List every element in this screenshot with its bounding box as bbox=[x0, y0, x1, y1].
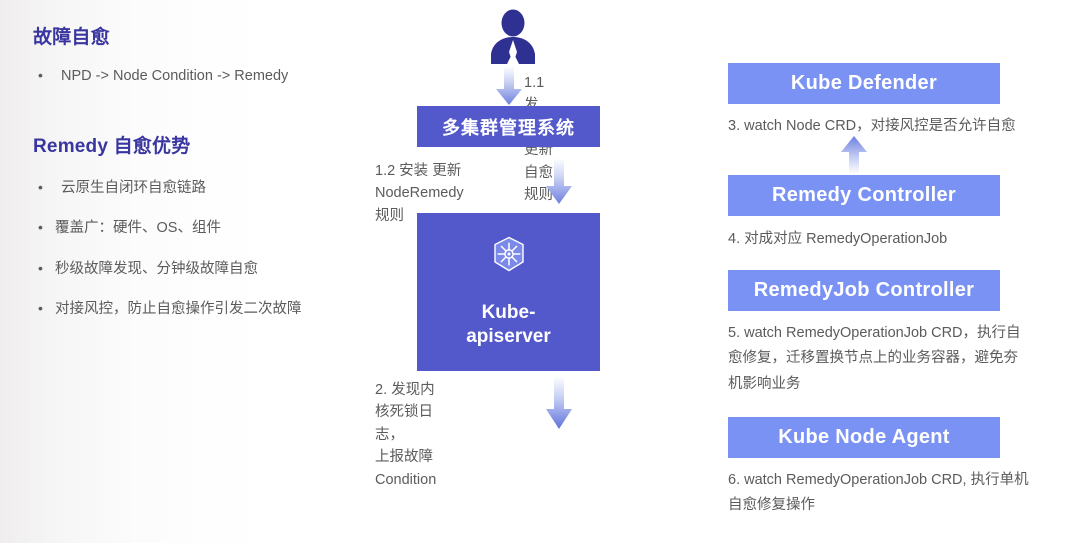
box-kube-apiserver[interactable]: Kube- apiserver bbox=[417, 213, 600, 371]
flow-note-2: 2. 发现内核死锁日志， 上报故障 Condition bbox=[375, 382, 437, 488]
left-panel: 故障自愈 NPD -> Node Condition -> Remedy Rem… bbox=[33, 22, 393, 320]
panel-heading-remedy-advantages: Remedy 自愈优势 bbox=[33, 135, 191, 157]
kubernetes-logo-icon bbox=[493, 236, 524, 272]
slide-canvas: 故障自愈 NPD -> Node Condition -> Remedy Rem… bbox=[0, 0, 1080, 543]
box-label: 多集群管理系统 bbox=[442, 117, 575, 138]
box-kube-node-agent[interactable]: Kube Node Agent bbox=[728, 417, 1000, 458]
box-kube-defender[interactable]: Kube Defender bbox=[728, 63, 1000, 104]
bullet-list-primary: NPD -> Node Condition -> Remedy bbox=[33, 66, 393, 87]
box-label: RemedyJob Controller bbox=[753, 279, 975, 301]
list-item: NPD -> Node Condition -> Remedy bbox=[33, 66, 393, 87]
list-item: 对接风控，防止自愈操作引发二次故障 bbox=[33, 299, 393, 320]
box-label: Remedy Controller bbox=[771, 184, 957, 206]
box-label: Kube Node Agent bbox=[778, 426, 950, 448]
step-note-4: 4. 对成对应 RemedyOperationJob bbox=[728, 231, 948, 247]
list-item: 覆盖广：硬件、OS、组件 bbox=[33, 218, 393, 239]
box-label: Kube- apiserver bbox=[466, 301, 551, 347]
box-label: Kube Defender bbox=[790, 72, 938, 94]
box-multi-cluster-management-system[interactable]: 多集群管理系统 bbox=[417, 106, 600, 147]
list-item: 云原生自闭环自愈链路 bbox=[33, 178, 393, 199]
step-note-3: 3. watch Node CRD，对接风控是否允许自愈 bbox=[728, 118, 1016, 134]
user-silhouette-icon bbox=[491, 9, 535, 64]
arrow-up-icon bbox=[841, 136, 867, 174]
arrow-down-icon bbox=[546, 376, 572, 429]
step-note-5: 5. watch RemedyOperationJob CRD，执行自愈修复，迁… bbox=[728, 325, 1021, 392]
panel-heading-fault-self-healing: 故障自愈 bbox=[33, 27, 110, 48]
box-remedyjob-controller[interactable]: RemedyJob Controller bbox=[728, 270, 1000, 311]
step-note-6: 6. watch RemedyOperationJob CRD, 执行单机自愈修… bbox=[728, 472, 1029, 514]
arrow-down-icon bbox=[496, 66, 522, 105]
bullet-list-advantages: 云原生自闭环自愈链路 覆盖广：硬件、OS、组件 秒级故障发现、分钟级故障自愈 对… bbox=[33, 178, 393, 320]
list-item: 秒级故障发现、分钟级故障自愈 bbox=[33, 259, 393, 280]
box-remedy-controller[interactable]: Remedy Controller bbox=[728, 175, 1000, 216]
arrow-down-icon bbox=[546, 158, 572, 204]
